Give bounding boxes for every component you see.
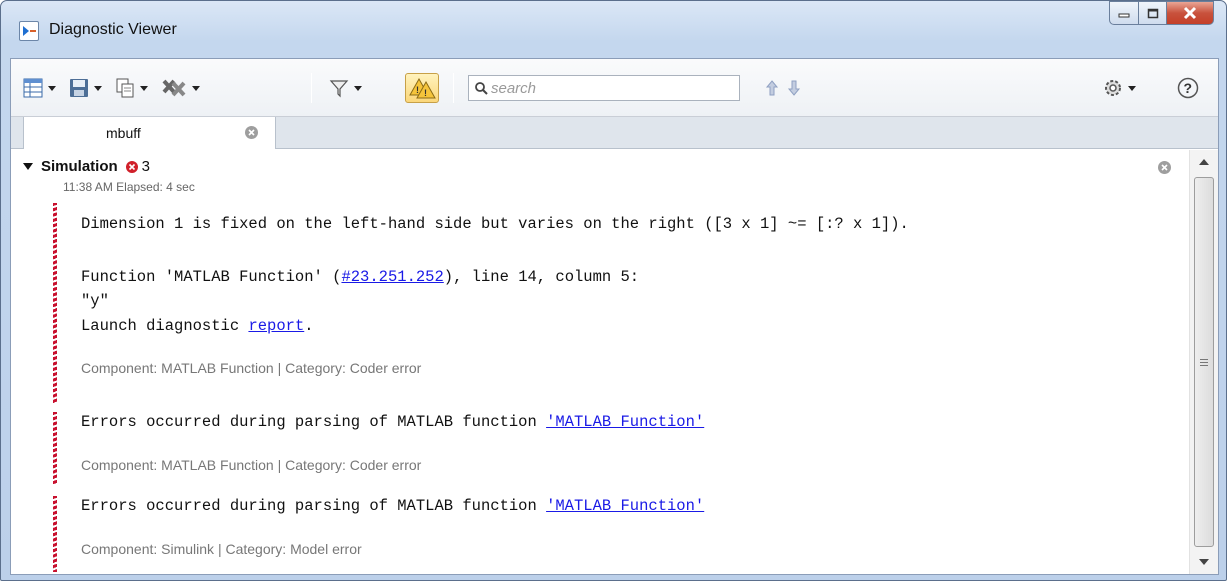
diagnostic-entry: Errors occurred during parsing of MATLAB… — [53, 496, 1173, 572]
client-area: !! ? mbuff — [10, 58, 1219, 575]
diagnostics-pane: Simulation 3 11:38 AM Elapsed: 4 sec Dim… — [11, 150, 1189, 574]
tab-label: mbuff — [106, 125, 141, 141]
save-button[interactable] — [69, 75, 102, 101]
filter-button[interactable] — [329, 75, 362, 101]
diagnostic-entry: Dimension 1 is fixed on the left-hand si… — [53, 203, 1173, 403]
tab-mbuff[interactable]: mbuff — [23, 117, 276, 149]
stage-close-icon[interactable] — [1157, 160, 1172, 175]
svg-text:!: ! — [424, 88, 427, 98]
diagnostic-message: Errors occurred during parsing of MATLAB… — [81, 497, 705, 515]
tab-strip: mbuff — [11, 117, 1218, 149]
svg-text:?: ? — [1184, 80, 1193, 96]
error-severity-bar — [53, 412, 57, 484]
scroll-down-icon[interactable] — [1199, 559, 1209, 566]
minimize-button[interactable] — [1109, 1, 1139, 25]
diagnostic-meta: Component: MATLAB Function | Category: C… — [81, 360, 422, 376]
search-icon — [475, 82, 488, 95]
vertical-scrollbar[interactable] — [1189, 150, 1218, 574]
filter-icon — [329, 80, 349, 98]
clear-button[interactable] — [161, 75, 200, 101]
diagnostic-message: Dimension 1 is fixed on the left-hand si… — [81, 215, 909, 233]
scrollbar-thumb[interactable] — [1194, 177, 1214, 547]
title-bar: Diagnostic Viewer — [1, 1, 1226, 57]
close-window-button[interactable] — [1166, 1, 1214, 25]
up-arrow-icon[interactable] — [765, 79, 779, 97]
copy-button[interactable] — [115, 75, 148, 101]
copy-icon — [116, 78, 134, 98]
maximize-icon — [1147, 8, 1158, 18]
search-input[interactable] — [491, 78, 731, 98]
window-title: Diagnostic Viewer — [49, 21, 177, 38]
diagnostic-message: Errors occurred during parsing of MATLAB… — [81, 413, 705, 431]
minimize-icon — [1118, 13, 1130, 18]
stage-header[interactable]: Simulation 3 — [23, 158, 150, 175]
warning-toggle-icon: !! — [409, 77, 436, 99]
settings-button[interactable] — [1103, 75, 1136, 101]
diagnostic-launch-line: Launch diagnostic report. — [81, 317, 314, 335]
svg-text:!: ! — [416, 85, 419, 95]
report-link[interactable]: report — [248, 317, 304, 335]
collapse-arrow-icon[interactable] — [23, 163, 33, 170]
matlab-function-link[interactable]: 'MATLAB Function' — [546, 497, 704, 515]
settings-icon — [1105, 80, 1121, 96]
clear-icon — [162, 79, 186, 97]
stage-time: 11:38 AM Elapsed: 4 sec — [63, 180, 195, 194]
diagnostic-variable: "y" — [81, 292, 109, 310]
save-icon — [70, 79, 88, 97]
tab-close-icon[interactable] — [244, 125, 259, 140]
search-field[interactable] — [468, 75, 740, 101]
diagnostic-meta: Component: Simulink | Category: Model er… — [81, 541, 362, 557]
source-location-link[interactable]: #23.251.252 — [341, 268, 443, 286]
stage-title: Simulation — [41, 158, 118, 175]
close-icon — [1183, 6, 1197, 20]
error-severity-bar — [53, 496, 57, 572]
error-severity-bar — [53, 203, 57, 403]
view-options-button[interactable] — [23, 75, 56, 101]
down-arrow-icon[interactable] — [787, 79, 801, 97]
diagnostic-entry: Errors occurred during parsing of MATLAB… — [53, 412, 1173, 484]
diagnostic-meta: Component: MATLAB Function | Category: C… — [81, 457, 422, 473]
matlab-function-link[interactable]: 'MATLAB Function' — [546, 413, 704, 431]
grid-view-icon — [23, 78, 43, 98]
group-warnings-toggle[interactable]: !! — [405, 73, 439, 103]
help-button[interactable]: ? — [1177, 75, 1199, 101]
help-icon: ? — [1177, 77, 1199, 99]
error-icon — [125, 160, 138, 173]
error-count: 3 — [141, 158, 151, 175]
toolbar: !! ? — [11, 59, 1218, 117]
scroll-up-icon[interactable] — [1199, 159, 1209, 166]
maximize-button[interactable] — [1138, 1, 1167, 25]
app-icon — [19, 21, 39, 41]
diagnostic-viewer-window: Diagnostic Viewer ! ! search ? mbuff Sim… — [0, 0, 1227, 581]
diagnostic-function-line: Function 'MATLAB Function' (#23.251.252)… — [81, 268, 640, 286]
